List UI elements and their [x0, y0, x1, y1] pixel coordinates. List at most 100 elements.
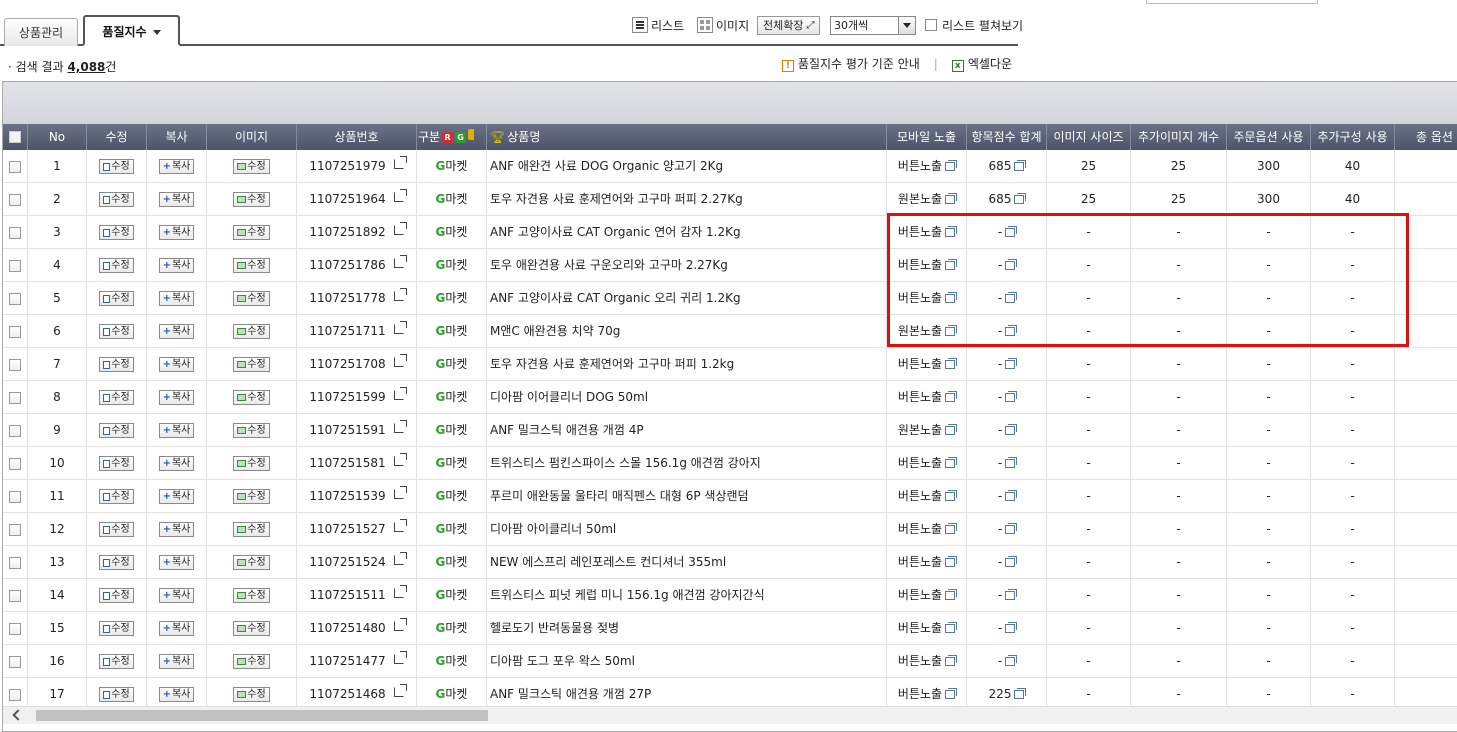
popup-icon[interactable] [1005, 424, 1018, 435]
table-row[interactable]: 13 수정 + 복사 수정 1107251524 G마켓 NEW 에스프리 레인포레스트 컨디… [3, 546, 1457, 579]
copy-button[interactable]: + 복사 [158, 654, 195, 669]
edit-button[interactable]: 수정 [99, 225, 134, 240]
image-edit-button[interactable]: 수정 [233, 324, 270, 339]
row-product-name[interactable]: ANF 고양이사료 CAT Organic 연어 감자 1.2Kg [487, 216, 887, 248]
row-checkbox[interactable] [9, 491, 21, 503]
select-all-checkbox[interactable] [9, 131, 21, 143]
copy-button[interactable]: + 복사 [158, 192, 195, 207]
external-link-icon[interactable] [393, 552, 407, 565]
popup-icon[interactable] [1005, 622, 1018, 633]
row-checkbox[interactable] [9, 425, 21, 437]
copy-button[interactable]: + 복사 [158, 258, 195, 273]
header-mobile[interactable]: 모바일 노출 [887, 124, 967, 150]
row-product-name[interactable]: 디아팜 아이클리너 50ml [487, 513, 887, 545]
header-product-no[interactable]: 상품번호 [297, 124, 417, 150]
external-link-icon[interactable] [393, 519, 407, 532]
header-category[interactable]: 구분 R G [417, 124, 487, 150]
table-row[interactable]: 9 수정 + 복사 수정 1107251591 G마켓 ANF 밀크스틱 애견용 개껌 4P 원… [3, 414, 1457, 447]
table-row[interactable]: 16 수정 + 복사 수정 1107251477 G마켓 디아팜 도그 포우 왁스 50ml 버… [3, 645, 1457, 678]
product-no[interactable]: 1107251892 [309, 225, 385, 239]
row-checkbox[interactable] [9, 656, 21, 668]
excel-download-link[interactable]: x 엑셀다운 [951, 55, 1012, 72]
image-edit-button[interactable]: 수정 [233, 588, 270, 603]
copy-button[interactable]: + 복사 [158, 522, 195, 537]
product-no[interactable]: 1107251581 [309, 456, 385, 470]
row-product-name[interactable]: 트위스티스 피넛 케럽 미니 156.1g 애견껌 강아지간식 [487, 579, 887, 611]
popup-icon[interactable] [945, 622, 958, 633]
external-link-icon[interactable] [393, 189, 407, 202]
row-checkbox[interactable] [9, 557, 21, 569]
popup-icon[interactable] [945, 193, 958, 204]
edit-button[interactable]: 수정 [99, 489, 134, 504]
popup-icon[interactable] [945, 358, 958, 369]
popup-icon[interactable] [945, 160, 958, 171]
image-edit-button[interactable]: 수정 [233, 159, 270, 174]
header-select-all[interactable] [3, 124, 28, 150]
image-edit-button[interactable]: 수정 [233, 423, 270, 438]
popup-icon[interactable] [1005, 457, 1018, 468]
header-extra-images[interactable]: 추가이미지 개수 [1131, 124, 1227, 150]
tab-quality-index[interactable]: 품질지수 [83, 15, 180, 46]
header-extra-config[interactable]: 추가구성 사용 [1311, 124, 1395, 150]
popup-icon[interactable] [945, 589, 958, 600]
row-checkbox[interactable] [9, 524, 21, 536]
view-image-toggle[interactable]: 이미지 [697, 15, 749, 35]
copy-button[interactable]: + 복사 [158, 621, 195, 636]
header-total-option[interactable]: 총 옵션 [1395, 124, 1457, 150]
row-product-name[interactable]: 헬로도기 반려동물용 젖병 [487, 612, 887, 644]
edit-button[interactable]: 수정 [99, 555, 134, 570]
row-checkbox[interactable] [9, 194, 21, 206]
row-product-name[interactable]: ANF 밀크스틱 애견용 개껌 4P [487, 414, 887, 446]
copy-button[interactable]: + 복사 [158, 423, 195, 438]
popup-icon[interactable] [1005, 391, 1018, 402]
copy-button[interactable]: + 복사 [158, 357, 195, 372]
row-checkbox[interactable] [9, 623, 21, 635]
edit-button[interactable]: 수정 [99, 324, 134, 339]
table-row[interactable]: 14 수정 + 복사 수정 1107251511 G마켓 트위스티스 피넛 케럽 미니 156… [3, 579, 1457, 612]
header-edit[interactable]: 수정 [87, 124, 147, 150]
copy-button[interactable]: + 복사 [158, 555, 195, 570]
table-row[interactable]: 1 수정 + 복사 수정 1107251979 G마켓 ANF 애완견 사료 DOG Orga… [3, 150, 1457, 183]
scroll-thumb[interactable] [36, 710, 488, 721]
product-no[interactable]: 1107251527 [309, 522, 385, 536]
tab-product-manage[interactable]: 상품관리 [4, 18, 78, 46]
popup-icon[interactable] [945, 424, 958, 435]
view-list-toggle[interactable]: 리스트 [632, 15, 684, 35]
row-checkbox[interactable] [9, 359, 21, 371]
row-product-name[interactable]: 토우 애완견용 사료 구운오리와 고구마 2.27Kg [487, 249, 887, 281]
edit-button[interactable]: 수정 [99, 588, 134, 603]
row-product-name[interactable]: 디아팜 이어클리너 DOG 50ml [487, 381, 887, 413]
row-product-name[interactable]: ANF 고양이사료 CAT Organic 오리 귀리 1.2Kg [487, 282, 887, 314]
row-checkbox[interactable] [9, 590, 21, 602]
row-product-name[interactable]: 트위스티스 펌킨스파이스 스몰 156.1g 애견껌 강아지 [487, 447, 887, 479]
row-product-name[interactable]: ANF 애완견 사료 DOG Organic 양고기 2Kg [487, 150, 887, 182]
copy-button[interactable]: + 복사 [158, 291, 195, 306]
popup-icon[interactable] [945, 490, 958, 501]
image-edit-button[interactable]: 수정 [233, 192, 270, 207]
external-link-icon[interactable] [393, 651, 407, 664]
edit-button[interactable]: 수정 [99, 621, 134, 636]
expand-all-button[interactable]: 전체확장 ⤢ [757, 15, 821, 35]
table-row[interactable]: 15 수정 + 복사 수정 1107251480 G마켓 헬로도기 반려동물용 젖병 버튼노출 -… [3, 612, 1457, 645]
product-no[interactable]: 1107251539 [309, 489, 385, 503]
image-edit-button[interactable]: 수정 [233, 489, 270, 504]
popup-icon[interactable] [1005, 358, 1018, 369]
quality-guide-link[interactable]: ! 품질지수 평가 기준 안내 [781, 55, 920, 72]
popup-icon[interactable] [1014, 688, 1027, 699]
product-no[interactable]: 1107251786 [309, 258, 385, 272]
header-product-name[interactable]: 🏆︎ 상품명 [487, 124, 887, 150]
header-copy[interactable]: 복사 [147, 124, 207, 150]
edit-button[interactable]: 수정 [99, 654, 134, 669]
external-link-icon[interactable] [393, 156, 407, 169]
scroll-left-icon[interactable] [11, 710, 21, 720]
image-edit-button[interactable]: 수정 [233, 555, 270, 570]
copy-button[interactable]: + 복사 [158, 159, 195, 174]
copy-button[interactable]: + 복사 [158, 687, 195, 702]
image-edit-button[interactable]: 수정 [233, 357, 270, 372]
row-product-name[interactable]: M앤C 애완견용 치약 70g [487, 315, 887, 347]
image-edit-button[interactable]: 수정 [233, 621, 270, 636]
edit-button[interactable]: 수정 [99, 159, 134, 174]
product-no[interactable]: 1107251711 [309, 324, 385, 338]
row-checkbox[interactable] [9, 326, 21, 338]
edit-button[interactable]: 수정 [99, 522, 134, 537]
